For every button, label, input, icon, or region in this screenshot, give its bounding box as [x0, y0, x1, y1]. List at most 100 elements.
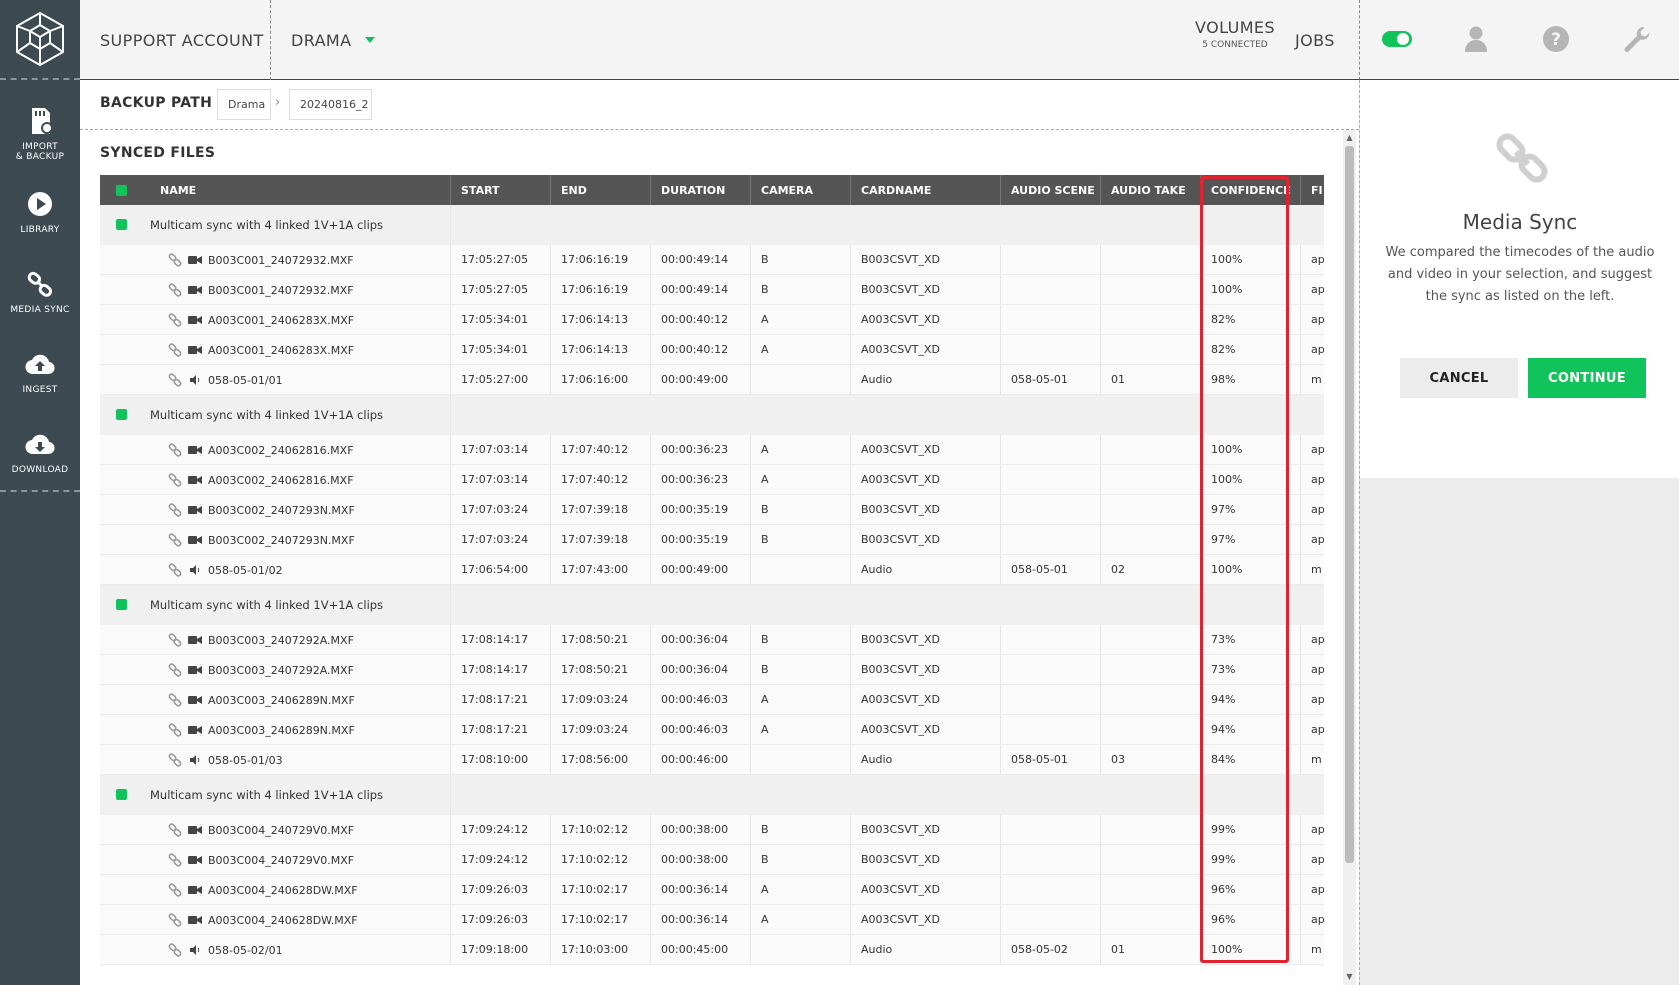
file-row[interactable]: A003C002_24062816.MXF 17:07:03:14 17:07:40… — [100, 435, 1324, 465]
cell-start: 17:05:27:00 — [450, 365, 550, 394]
group-checkbox[interactable] — [116, 219, 127, 230]
volumes-count: 5 CONNECTED — [1202, 40, 1268, 50]
cell-audio-scene — [1000, 525, 1100, 554]
link-icon — [168, 823, 182, 837]
nav-ingest[interactable]: INGEST — [0, 345, 80, 425]
cell-duration: 00:00:49:00 — [650, 555, 750, 584]
cell-audio-take — [1100, 275, 1200, 304]
cell-end: 17:06:16:19 — [550, 245, 650, 274]
group-label: Multicam sync with 4 linked 1V+1A clips — [150, 598, 384, 612]
help-button[interactable]: ? — [1539, 22, 1573, 56]
file-row[interactable]: B003C002_2407293N.MXF 17:07:03:24 17:07:39… — [100, 525, 1324, 555]
file-row[interactable]: A003C003_2406289N.MXF 17:08:17:21 17:09:03… — [100, 715, 1324, 745]
file-row[interactable]: B003C001_24072932.MXF 17:05:27:05 17:06:16… — [100, 245, 1324, 275]
file-row[interactable]: 058-05-01/03 17:08:10:00 17:08:56:00 00:00:… — [100, 745, 1324, 775]
file-row[interactable]: A003C004_240628DW.MXF 17:09:26:03 17:10:02… — [100, 905, 1324, 935]
cell-file: ap — [1300, 715, 1324, 744]
file-row[interactable]: B003C001_24072932.MXF 17:05:27:05 17:06:16… — [100, 275, 1324, 305]
column-header-confidence[interactable]: CONFIDENCE — [1200, 175, 1300, 205]
svg-text:?: ? — [1551, 30, 1561, 50]
cell-start: 17:05:34:01 — [450, 335, 550, 364]
column-header-file[interactable]: FI — [1300, 175, 1324, 205]
nav-import-backup-label: IMPORT & BACKUP — [15, 142, 65, 162]
file-row[interactable]: B003C002_2407293N.MXF 17:07:03:24 17:07:39… — [100, 495, 1324, 525]
column-header-name[interactable]: NAME — [150, 175, 450, 205]
column-header-audio-take[interactable]: AUDIO TAKE — [1100, 175, 1200, 205]
cell-confidence: 100% — [1200, 935, 1300, 964]
cell-audio-scene — [1000, 625, 1100, 654]
table-scrollbar[interactable]: ▲ ▼ — [1343, 130, 1356, 985]
cell-camera: B — [750, 845, 850, 874]
file-row[interactable]: B003C004_240729V0.MXF 17:09:24:12 17:10:02… — [100, 815, 1324, 845]
group-row-filler — [450, 585, 1324, 625]
group-checkbox[interactable] — [116, 599, 127, 610]
column-header-audio-scene[interactable]: AUDIO SCENE — [1000, 175, 1100, 205]
jobs-button[interactable]: JOBS — [1295, 0, 1335, 80]
sync-group-row[interactable]: Multicam sync with 4 linked 1V+1A clips — [100, 775, 1324, 815]
app-logo[interactable] — [0, 0, 80, 80]
cell-duration: 00:00:35:19 — [650, 495, 750, 524]
file-row[interactable]: A003C001_2406283X.MXF 17:05:34:01 17:06:14… — [100, 305, 1324, 335]
cell-cardname: Audio — [850, 935, 1000, 964]
sync-group-row[interactable]: Multicam sync with 4 linked 1V+1A clips — [100, 205, 1324, 245]
cell-camera: B — [750, 625, 850, 654]
cell-audio-scene — [1000, 465, 1100, 494]
cell-duration: 00:00:46:03 — [650, 715, 750, 744]
video-camera-icon — [188, 886, 202, 894]
group-checkbox[interactable] — [116, 789, 127, 800]
cell-confidence: 100% — [1200, 555, 1300, 584]
column-header-end[interactable]: END — [550, 175, 650, 205]
file-row[interactable]: B003C003_2407292A.MXF 17:08:14:17 17:08:50… — [100, 655, 1324, 685]
file-name: 058-05-01/02 — [208, 563, 283, 577]
account-name[interactable]: SUPPORT ACCOUNT — [100, 0, 264, 80]
file-row[interactable]: B003C004_240729V0.MXF 17:09:24:12 17:10:02… — [100, 845, 1324, 875]
cell-confidence: 96% — [1200, 875, 1300, 904]
sync-group-row[interactable]: Multicam sync with 4 linked 1V+1A clips — [100, 585, 1324, 625]
video-camera-icon — [188, 346, 202, 354]
project-selector[interactable]: DRAMA — [291, 0, 376, 80]
scroll-up-arrow-icon[interactable]: ▲ — [1345, 133, 1354, 143]
media-sync-card: Media Sync We compared the timecodes of … — [1360, 80, 1679, 478]
group-checkbox[interactable] — [116, 409, 127, 420]
nav-library[interactable]: LIBRARY — [0, 185, 80, 265]
status-toggle[interactable] — [1380, 22, 1414, 56]
file-row[interactable]: 058-05-02/01 17:09:18:00 17:10:03:00 00:00:… — [100, 935, 1324, 965]
continue-button[interactable]: CONTINUE — [1528, 358, 1646, 398]
file-row[interactable]: 058-05-01/01 17:05:27:00 17:06:16:00 00:00:… — [100, 365, 1324, 395]
cell-confidence: 97% — [1200, 525, 1300, 554]
scroll-down-arrow-icon[interactable]: ▼ — [1345, 972, 1354, 982]
nav-import-backup[interactable]: IMPORT & BACKUP — [0, 102, 80, 182]
cancel-button[interactable]: CANCEL — [1400, 358, 1518, 398]
scrollbar-thumb[interactable] — [1345, 146, 1354, 863]
column-header-duration[interactable]: DURATION — [650, 175, 750, 205]
file-row[interactable]: A003C001_2406283X.MXF 17:05:34:01 17:06:14… — [100, 335, 1324, 365]
cell-audio-take — [1100, 815, 1200, 844]
cell-confidence: 97% — [1200, 495, 1300, 524]
cell-audio-scene — [1000, 715, 1100, 744]
cell-file: ap — [1300, 335, 1324, 364]
breadcrumb-drama[interactable]: Drama — [217, 89, 271, 120]
user-button[interactable] — [1459, 22, 1493, 56]
settings-button[interactable] — [1619, 22, 1653, 56]
volumes-button[interactable]: VOLUMES 5 CONNECTED — [1175, 18, 1295, 50]
breadcrumb-folder[interactable]: 20240816_2 — [289, 89, 372, 120]
cell-end: 17:06:16:00 — [550, 365, 650, 394]
file-row[interactable]: A003C004_240628DW.MXF 17:09:26:03 17:10:02… — [100, 875, 1324, 905]
file-row[interactable]: 058-05-01/02 17:06:54:00 17:07:43:00 00:00:… — [100, 555, 1324, 585]
synced-files-table: NAME START END DURATION CAMERA CARDNAME … — [100, 175, 1324, 985]
cell-audio-take — [1100, 655, 1200, 684]
file-row[interactable]: A003C003_2406289N.MXF 17:08:17:21 17:09:03… — [100, 685, 1324, 715]
nav-media-sync[interactable]: MEDIA SYNC — [0, 265, 80, 345]
file-row[interactable]: A003C002_24062816.MXF 17:07:03:14 17:07:40… — [100, 465, 1324, 495]
cell-camera: B — [750, 275, 850, 304]
link-icon — [168, 533, 182, 547]
select-all-checkbox[interactable] — [116, 185, 127, 196]
column-header-cardname[interactable]: CARDNAME — [850, 175, 1000, 205]
chain-link-icon — [1494, 130, 1550, 186]
column-header-camera[interactable]: CAMERA — [750, 175, 850, 205]
group-label: Multicam sync with 4 linked 1V+1A clips — [150, 218, 384, 232]
cell-audio-take: 02 — [1100, 555, 1200, 584]
sync-group-row[interactable]: Multicam sync with 4 linked 1V+1A clips — [100, 395, 1324, 435]
column-header-start[interactable]: START — [450, 175, 550, 205]
file-row[interactable]: B003C003_2407292A.MXF 17:08:14:17 17:08:50… — [100, 625, 1324, 655]
